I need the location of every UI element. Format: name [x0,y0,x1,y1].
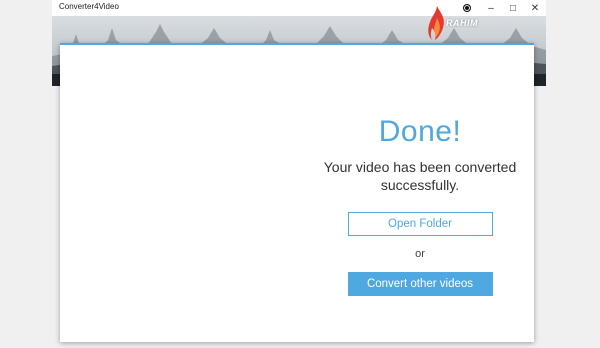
watermark-text: RAHIM [446,18,478,28]
app-title: Converter4Video [59,2,119,11]
dialog-content: Done! Your video has been converted succ… [305,115,535,296]
watermark-logo: RAHIM [426,4,506,48]
close-button[interactable]: ✕ [524,0,546,16]
done-heading: Done! [378,115,462,148]
convert-other-videos-button[interactable]: Convert other videos [347,272,493,296]
open-folder-button[interactable]: Open Folder [347,212,493,236]
or-separator: or [415,248,425,260]
flame-logo-icon [428,6,444,40]
success-message: Your video has been converted successful… [323,159,517,193]
conversion-complete-dialog: Done! Your video has been converted succ… [60,43,534,342]
